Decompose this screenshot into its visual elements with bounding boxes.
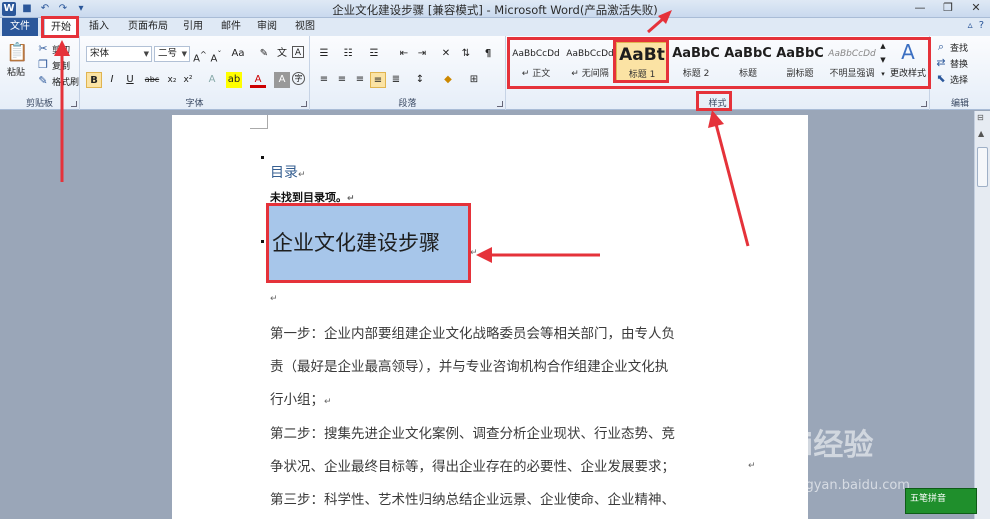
arrow-head-styles-label	[708, 110, 724, 128]
ime-toolbar[interactable]: 五笔拼音	[905, 488, 977, 514]
arrow-head-heading	[476, 247, 492, 263]
baidu-watermark-url: jingyan.baidu.com	[790, 478, 910, 493]
ime-label: 五笔拼音	[910, 494, 947, 504]
arrow-to-styles-label	[714, 123, 750, 247]
arrow-to-heading1-style	[647, 16, 665, 34]
baidu-watermark: Bai经验	[760, 428, 874, 463]
arrow-head-home-tab	[54, 40, 70, 56]
